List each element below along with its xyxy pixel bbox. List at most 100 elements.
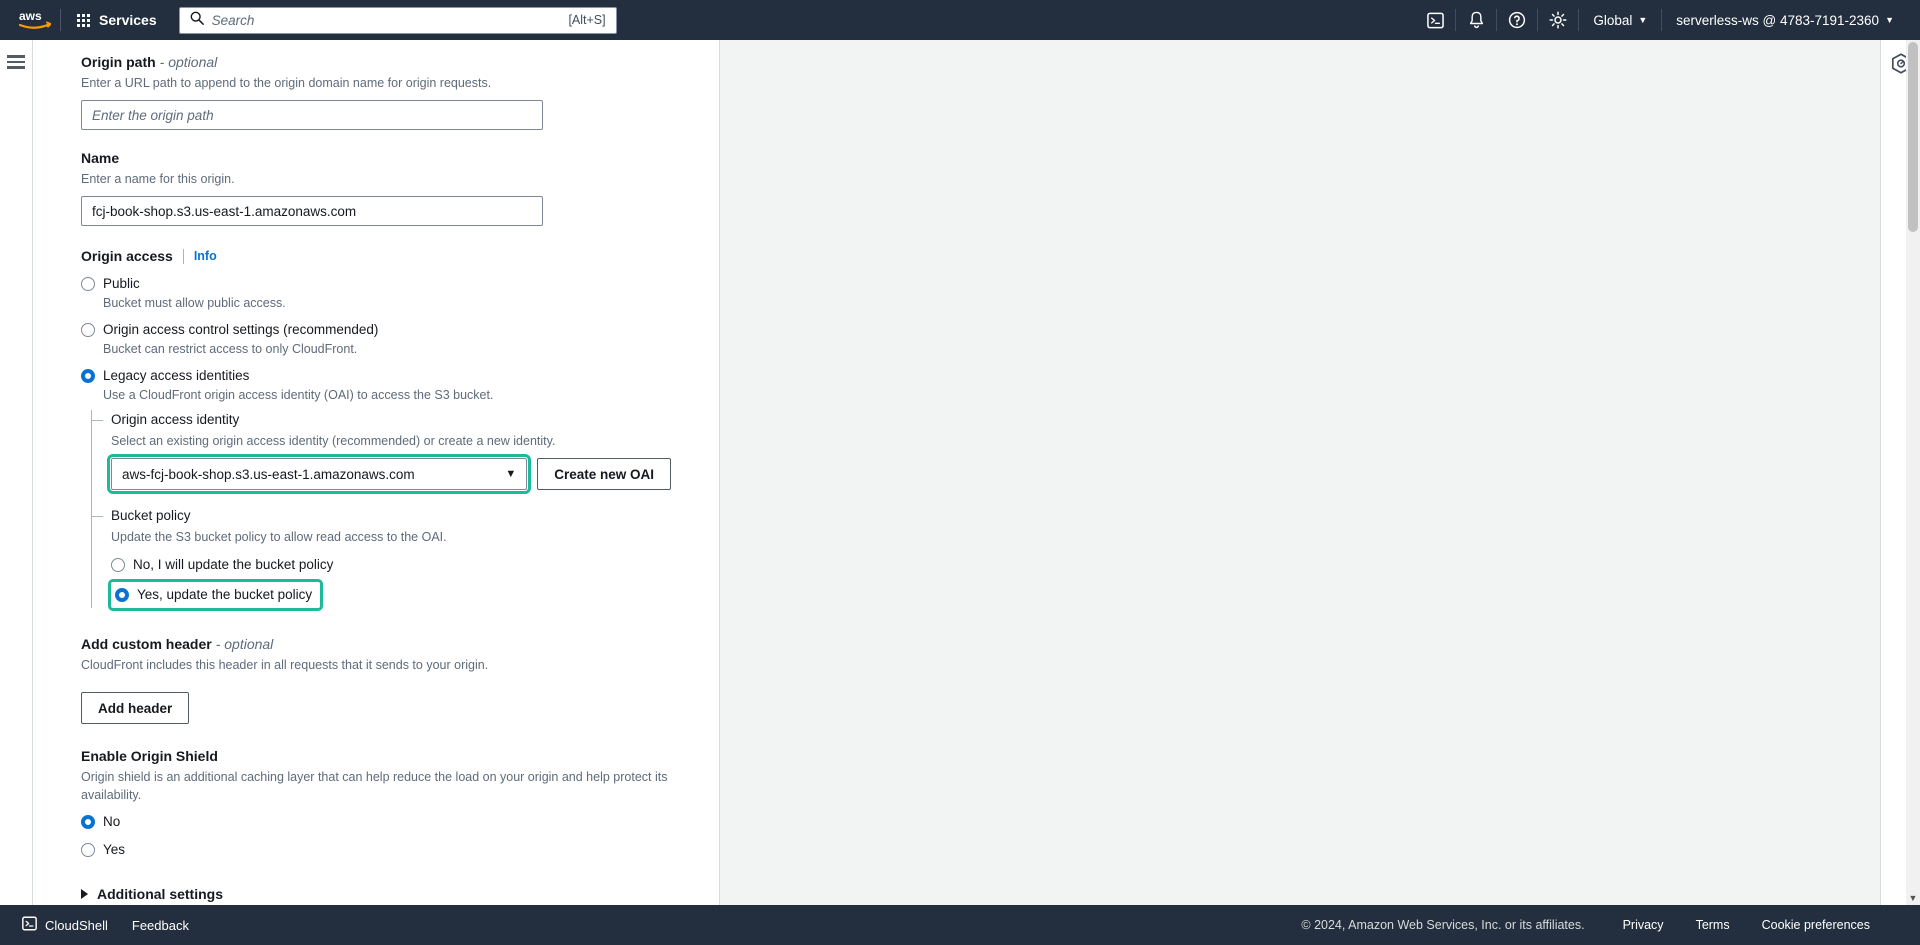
gear-icon[interactable] (1538, 0, 1578, 40)
add-header-button[interactable]: Add header (81, 692, 190, 724)
origin-shield-description: Origin shield is an additional caching l… (81, 770, 668, 802)
search-input[interactable] (211, 12, 569, 28)
top-nav-right-group: Global ▼ serverless-ws @ 4783-7191-2360 … (1415, 0, 1920, 40)
radio-origin-shield-yes[interactable] (81, 843, 95, 857)
custom-header-label-text: Add custom header (81, 636, 212, 652)
chevron-right-icon (81, 889, 88, 899)
footer-right-group: © 2024, Amazon Web Services, Inc. or its… (1301, 918, 1920, 932)
custom-header-field: Add custom header - optional CloudFront … (81, 634, 671, 724)
radio-bucket-policy-no-label: No, I will update the bucket policy (133, 557, 334, 572)
origin-shield-option-yes[interactable]: Yes (81, 840, 671, 860)
origin-shield-option-no[interactable]: No (81, 812, 671, 832)
feedback-label: Feedback (131, 917, 189, 933)
hamburger-menu-icon[interactable] (7, 55, 25, 69)
account-label: serverless-ws @ 4783-7191-2360 (1676, 12, 1880, 28)
legacy-nested-group: Origin access identity Select an existin… (91, 410, 671, 611)
origin-access-identity-label: Origin access identity (111, 412, 240, 427)
bucket-policy-label: Bucket policy (111, 508, 191, 523)
origin-path-optional-tag: - optional (159, 54, 218, 70)
global-search-bar[interactable]: [Alt+S] (178, 6, 617, 34)
origin-path-label: Origin path - optional (81, 52, 671, 72)
scroll-down-arrow-icon[interactable]: ▼ (1908, 893, 1918, 903)
origin-path-field: Origin path - optional Enter a URL path … (81, 52, 671, 130)
origin-access-identity-selected-value: aws-fcj-book-shop.s3.us-east-1.amazonaws… (122, 466, 415, 482)
services-label: Services (99, 12, 157, 28)
bucket-policy-option-no[interactable]: No, I will update the bucket policy (111, 555, 671, 575)
footer-bar: CloudShell Feedback © 2024, Amazon Web S… (0, 905, 1920, 945)
footer-left-group: CloudShell Feedback (0, 905, 201, 945)
radio-bucket-policy-yes[interactable] (115, 588, 129, 602)
radio-origin-shield-no[interactable] (81, 815, 95, 829)
region-selector[interactable]: Global ▼ (1579, 0, 1661, 40)
account-menu[interactable]: serverless-ws @ 4783-7191-2360 ▼ (1662, 0, 1908, 40)
radio-origin-access-control-description: Bucket can restrict access to only Cloud… (103, 342, 358, 356)
custom-header-label: Add custom header - optional (81, 634, 671, 654)
radio-public-description: Bucket must allow public access. (103, 296, 286, 310)
services-menu-button[interactable]: Services (65, 0, 169, 40)
radio-origin-access-control-label: Origin access control settings (recommen… (103, 322, 379, 337)
label-divider (182, 248, 184, 264)
bucket-policy-option-yes[interactable]: Yes, update the bucket policy (107, 579, 324, 611)
cloudshell-label: CloudShell (45, 917, 108, 933)
custom-header-description: CloudFront includes this header in all r… (81, 658, 489, 672)
radio-public[interactable] (81, 277, 95, 291)
origin-name-input[interactable] (81, 196, 543, 226)
origin-path-description: Enter a URL path to append to the origin… (81, 76, 492, 90)
left-navigation-rail (0, 40, 33, 905)
radio-bucket-policy-no[interactable] (111, 558, 125, 572)
nav-divider (60, 9, 61, 31)
origin-access-identity-field: Origin access identity Select an existin… (91, 410, 671, 494)
bucket-policy-field: Bucket policy Update the S3 bucket polic… (91, 506, 671, 611)
custom-header-optional-tag: - optional (215, 636, 274, 652)
radio-bucket-policy-yes-label: Yes, update the bucket policy (137, 587, 313, 602)
origin-access-field: Origin access Info Public Bucket must al… (81, 246, 671, 611)
origin-shield-field: Enable Origin Shield Origin shield is an… (81, 746, 671, 860)
aws-logo-icon: aws (19, 9, 51, 29)
grid-icon (77, 13, 90, 27)
feedback-button[interactable]: Feedback (120, 905, 201, 945)
bucket-policy-description: Update the S3 bucket policy to allow rea… (111, 530, 447, 544)
copyright-text: © 2024, Amazon Web Services, Inc. or its… (1301, 918, 1585, 932)
origin-access-option-legacy[interactable]: Legacy access identities Use a CloudFron… (81, 366, 671, 404)
origin-shield-label: Enable Origin Shield (81, 748, 218, 764)
question-circle-icon[interactable] (1497, 0, 1537, 40)
privacy-link[interactable]: Privacy (1607, 918, 1680, 932)
terms-link[interactable]: Terms (1680, 918, 1746, 932)
cloudshell-icon (22, 916, 37, 934)
origin-path-label-text: Origin path (81, 54, 156, 70)
origin-access-option-public[interactable]: Public Bucket must allow public access. (81, 274, 671, 312)
chevron-down-icon: ▼ (505, 468, 517, 480)
origin-access-option-oac[interactable]: Origin access control settings (recommen… (81, 320, 671, 358)
create-new-oai-button[interactable]: Create new OAI (537, 458, 671, 490)
origin-access-identity-select[interactable]: aws-fcj-book-shop.s3.us-east-1.amazonaws… (106, 454, 532, 494)
search-shortcut-hint: [Alt+S] (568, 13, 606, 27)
origin-access-info-link[interactable]: Info (194, 249, 217, 263)
origin-access-label: Origin access (81, 248, 173, 264)
svg-text:aws: aws (19, 9, 42, 23)
radio-legacy-access-identities-description: Use a CloudFront origin access identity … (103, 388, 494, 402)
aws-logo[interactable]: aws (0, 0, 56, 40)
radio-public-label: Public (103, 276, 140, 291)
cookie-preferences-link[interactable]: Cookie preferences (1746, 918, 1886, 932)
cloudshell-icon[interactable] (1415, 0, 1455, 40)
radio-origin-access-control[interactable] (81, 323, 95, 337)
search-icon (190, 11, 204, 30)
radio-legacy-access-identities[interactable] (81, 369, 95, 383)
origin-path-input[interactable] (81, 100, 543, 130)
region-label: Global (1593, 12, 1633, 28)
chevron-down-icon: ▼ (1885, 14, 1894, 25)
additional-settings-label: Additional settings (97, 886, 223, 902)
radio-origin-shield-no-label: No (103, 814, 121, 829)
top-navigation-bar: aws Services [Alt+S] (0, 0, 1920, 40)
origin-name-label: Name (81, 150, 120, 166)
page-scrollbar-thumb[interactable] (1908, 42, 1918, 232)
origin-name-field: Name Enter a name for this origin. (81, 148, 671, 226)
origin-name-description: Enter a name for this origin. (81, 172, 235, 186)
origin-access-label-row: Origin access Info (81, 246, 671, 266)
additional-settings-expander[interactable]: Additional settings (81, 886, 671, 902)
origin-access-identity-row: aws-fcj-book-shop.s3.us-east-1.amazonaws… (106, 454, 671, 494)
cloudshell-button[interactable]: CloudShell (10, 905, 120, 945)
origin-access-identity-description: Select an existing origin access identit… (111, 434, 556, 448)
bell-icon[interactable] (1456, 0, 1496, 40)
chevron-down-icon: ▼ (1638, 14, 1648, 25)
